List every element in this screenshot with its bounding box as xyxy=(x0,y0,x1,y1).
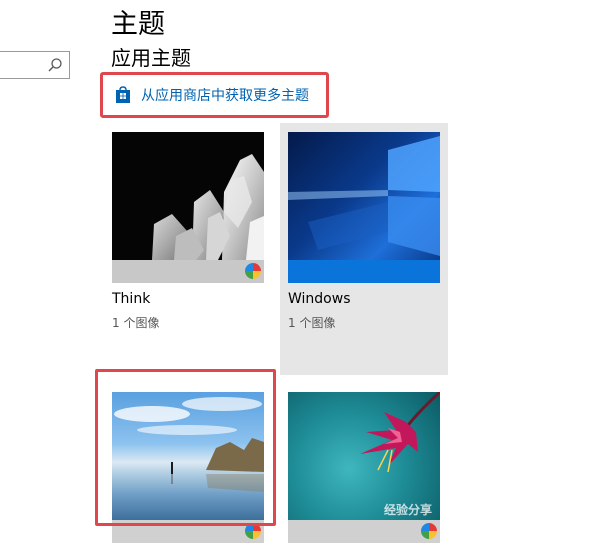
theme-image-count: 1 个图像 xyxy=(112,316,160,330)
theme-card-think[interactable]: Think 1 个图像 xyxy=(112,132,264,332)
watermark: 经验分享 xyxy=(383,503,432,517)
highlight-frame xyxy=(95,369,276,526)
section-title: 应用主题 xyxy=(111,46,191,70)
theme-color-bar xyxy=(112,260,264,283)
theme-thumbnail xyxy=(112,132,264,260)
store-icon xyxy=(116,86,130,103)
windows-logo-image xyxy=(288,136,440,256)
color-wheel-icon xyxy=(245,263,261,279)
search-icon[interactable] xyxy=(47,57,63,73)
theme-color-bar xyxy=(288,260,440,283)
theme-card-flower[interactable]: 经验分享 xyxy=(288,392,440,543)
theme-card-windows[interactable]: Windows 1 个图像 xyxy=(288,132,440,332)
search-input[interactable] xyxy=(0,51,70,79)
get-more-themes-link[interactable]: 从应用商店中获取更多主题 xyxy=(100,72,329,118)
color-wheel-icon xyxy=(421,523,437,539)
theme-color-bar xyxy=(288,520,440,543)
theme-name: Windows xyxy=(288,291,351,307)
crystals-image xyxy=(152,154,264,260)
theme-image-count: 1 个图像 xyxy=(288,316,336,330)
theme-name: Think xyxy=(112,291,151,307)
page-title: 主题 xyxy=(111,9,165,40)
theme-thumbnail xyxy=(288,132,440,260)
store-link-label: 从应用商店中获取更多主题 xyxy=(141,88,309,104)
